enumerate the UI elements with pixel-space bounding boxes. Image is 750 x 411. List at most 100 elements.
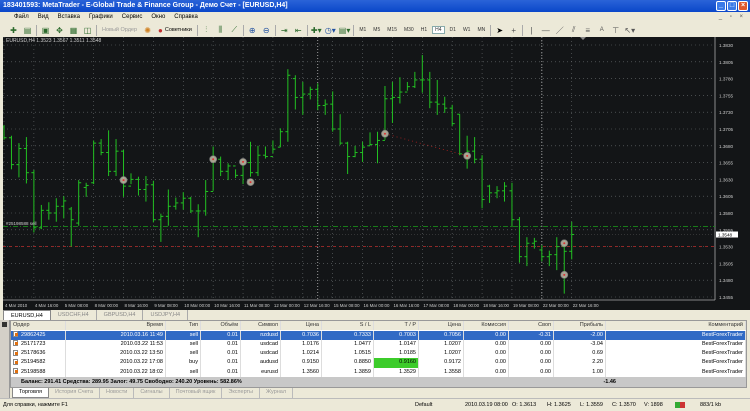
column-header[interactable]: Цена	[281, 321, 322, 331]
timeframe-mn[interactable]: MN	[475, 27, 487, 33]
zoom-out-icon[interactable]: ⊖	[261, 25, 272, 36]
chart-tab-usdchf[interactable]: USDCHF,H4	[51, 310, 97, 320]
timeframe-m30[interactable]: M30	[402, 27, 416, 33]
candle-chart-icon[interactable]: ⫼	[215, 25, 226, 36]
column-header[interactable]: Комиссия	[464, 321, 509, 331]
cursor-icon[interactable]: ➤	[494, 25, 505, 36]
table-cell: 29862425	[11, 330, 66, 340]
column-header[interactable]: T / P	[374, 321, 419, 331]
time-tick-label: 10 Mar 00:00	[184, 303, 210, 308]
table-row[interactable]: 25198588 2010.03.22 18:02 sell 0.01 eurusd 1.…	[11, 367, 746, 377]
close-button[interactable]: ×	[738, 1, 748, 11]
vertical-line-icon[interactable]: |	[526, 25, 537, 36]
terminal-tab[interactable]: Почтовый ящик	[170, 388, 223, 398]
column-header[interactable]: Символ	[241, 321, 281, 331]
chart-shift-icon[interactable]: ⇤	[293, 25, 304, 36]
terminal-tab[interactable]: Новости	[100, 388, 135, 398]
ohlc-bar	[68, 206, 74, 247]
terminal-sidebar[interactable]	[0, 320, 10, 398]
menu-insert[interactable]: Вставка	[58, 12, 80, 23]
ohlc-bar	[83, 182, 89, 197]
column-header[interactable]: S / L	[322, 321, 374, 331]
trendline-icon[interactable]: ／	[554, 25, 565, 36]
order-icon	[13, 368, 18, 375]
column-header[interactable]: Цена	[419, 321, 464, 331]
table-row[interactable]: 25171723 2010.03.22 11:53 sell 0.01 usdcad 1.…	[11, 339, 746, 350]
ohlc-bar	[121, 149, 127, 197]
profiles-icon[interactable]: ▤	[22, 25, 33, 36]
connection-icon	[675, 402, 685, 408]
channel-icon[interactable]: ⫽	[568, 25, 579, 36]
fibonacci-icon[interactable]: ≡	[582, 25, 593, 36]
terminal-tab[interactable]: История Счета	[49, 388, 101, 398]
balance-row: Баланс: 291.41 Средства: 289.95 Залог: 4…	[11, 377, 746, 387]
crosshair-icon[interactable]: +	[508, 25, 519, 36]
time-tick-label: 22 Mar 16:00	[573, 303, 599, 308]
chart-tab-gbpusd[interactable]: GBPUSD,H4	[97, 310, 144, 320]
timeframe-m1[interactable]: M1	[357, 27, 368, 33]
terminal-icon[interactable]: ▦	[68, 25, 79, 36]
navigator-icon[interactable]: ✥	[54, 25, 65, 36]
auto-scroll-icon[interactable]: ⇥	[279, 25, 290, 36]
chart-tab-eurusd[interactable]: EURUSD,H4	[3, 310, 51, 320]
column-header[interactable]: Комментарий	[606, 321, 746, 331]
line-chart-icon[interactable]: ⟋	[229, 25, 240, 36]
menu-view[interactable]: Вид	[38, 12, 49, 23]
new-chart-icon[interactable]: ✚	[8, 25, 19, 36]
timeframe-h1[interactable]: H1	[419, 27, 429, 33]
tester-icon[interactable]: ◫	[82, 25, 93, 36]
terminal-tab[interactable]: Сигналы	[134, 388, 170, 398]
trade-marker-dot	[383, 132, 386, 135]
minimize-button[interactable]: _	[716, 1, 726, 11]
zoom-in-icon[interactable]: ⊕	[247, 25, 258, 36]
chart-tab-usdjpy[interactable]: USDJPY,H4	[143, 310, 189, 320]
menu-charts[interactable]: Графики	[89, 12, 113, 23]
market-watch-icon[interactable]: ▣	[40, 25, 51, 36]
trade-link-line	[384, 133, 468, 157]
ohlc-bar	[524, 237, 530, 267]
periods-icon[interactable]: ◷▾	[325, 25, 336, 36]
bar-chart-icon[interactable]: ⫶	[201, 25, 212, 36]
indicators-icon[interactable]: ✚▾	[311, 25, 322, 36]
column-header[interactable]: Тип	[166, 321, 201, 331]
maximize-button[interactable]: □	[727, 1, 737, 11]
order-line-label: #25198588 sell	[6, 221, 37, 226]
meta-editor-icon[interactable]: ✺	[142, 25, 153, 36]
price-chart[interactable]: 1.3830 1.3805 1.3780 1.3755 1.3730 1.3705 1.36…	[3, 37, 750, 310]
menu-file[interactable]: Файл	[14, 12, 29, 23]
templates-icon[interactable]: ▤▾	[339, 25, 351, 36]
timeframe-m5[interactable]: M5	[371, 27, 382, 33]
terminal-tab[interactable]: Журнал	[260, 388, 294, 398]
terminal-close-icon[interactable]	[2, 322, 7, 327]
experts-button[interactable]: ● Советники	[156, 25, 194, 36]
table-cell: BestForexTrader	[606, 339, 746, 350]
terminal-tab[interactable]: Торговля	[12, 388, 49, 398]
mdi-controls[interactable]: _ ▫ ×	[719, 12, 746, 23]
timeframe-w1[interactable]: W1	[461, 27, 473, 33]
table-header[interactable]: Ордер Время Тип Объём Символ Цена S / LT / P Це…	[11, 321, 746, 331]
menu-window[interactable]: Окно	[151, 12, 165, 23]
horizontal-line-icon[interactable]: —	[540, 25, 551, 36]
ohlc-bar	[375, 131, 380, 164]
text-label-icon[interactable]: ⊤	[610, 25, 621, 36]
text-icon[interactable]: A	[596, 25, 607, 36]
table-row[interactable]: 25178636 2010.03.22 13:50 sell 0.01 usdcad 1.…	[11, 349, 746, 359]
menu-tools[interactable]: Сервис	[122, 12, 143, 23]
terminal-tab[interactable]: Эксперты	[222, 388, 260, 398]
column-header[interactable]: Объём	[201, 321, 241, 331]
table-row[interactable]: 25194582 2010.03.22 17:08 buy 0.01 audusd 0.9…	[11, 358, 746, 368]
table-row[interactable]: 29862425 2010.03.16 11:49 sell 0.01 nzdusd 0.…	[11, 330, 746, 340]
column-header[interactable]: Прибыль	[554, 321, 606, 331]
time-tick-label: 12 Mar 16:00	[304, 303, 330, 308]
chart-canvas[interactable]: 1.3830 1.3805 1.3780 1.3755 1.3730 1.3705 1.36…	[3, 37, 750, 310]
timeframe-d1[interactable]: D1	[448, 27, 458, 33]
column-header[interactable]: Своп	[509, 321, 554, 331]
order-id: 25178636	[21, 350, 46, 357]
timeframe-m15[interactable]: M15	[385, 27, 399, 33]
arrows-icon[interactable]: ↖▾	[624, 25, 635, 36]
column-header[interactable]: Время	[66, 321, 166, 331]
timeframe-h4[interactable]: H4	[432, 26, 445, 34]
menu-help[interactable]: Справка	[174, 12, 198, 23]
column-header[interactable]: Ордер	[11, 321, 66, 331]
new-order-button[interactable]: Новый Ордер	[100, 25, 139, 36]
